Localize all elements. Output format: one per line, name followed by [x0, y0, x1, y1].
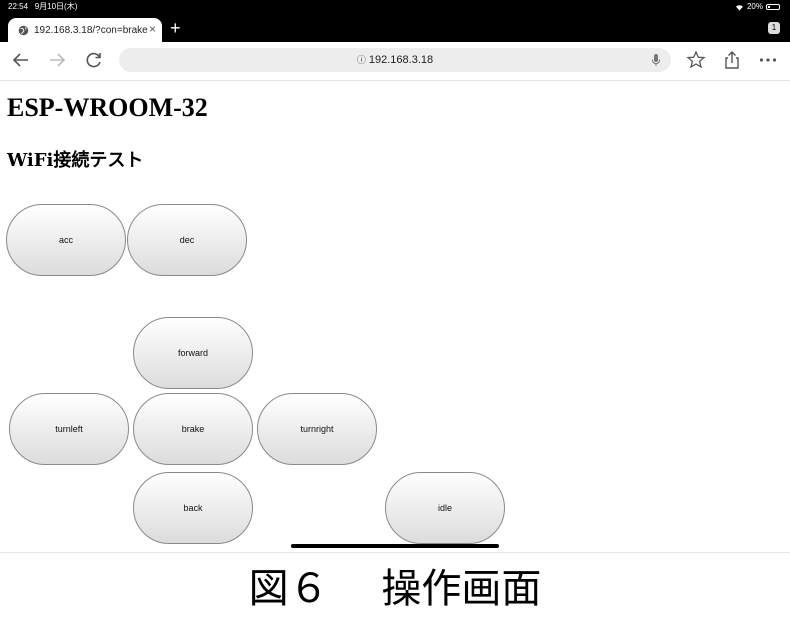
share-icon[interactable] [722, 50, 742, 70]
star-icon[interactable] [686, 50, 706, 70]
browser-toolbar: ⓘ 192.168.3.18 [0, 42, 790, 81]
status-date: 9月10日(木) [34, 2, 78, 11]
back-button[interactable]: back [133, 472, 253, 544]
info-icon: ⓘ [356, 55, 366, 65]
home-indicator [291, 544, 499, 548]
forward-button[interactable]: forward [133, 317, 253, 389]
page-subtitle: WiFi接続テスト [7, 150, 144, 171]
turnleft-button[interactable]: turnleft [9, 393, 129, 465]
globe-icon [18, 25, 29, 35]
reload-icon[interactable] [84, 50, 104, 70]
status-bar: 22:54 9月10日(木) 20% [0, 0, 790, 14]
browser-tab[interactable]: 192.168.3.18/?con=brake × [8, 18, 162, 42]
turnright-button[interactable]: turnright [257, 393, 377, 465]
status-indicators: 20% [735, 0, 780, 14]
status-time: 22:54 [8, 2, 29, 11]
tab-title: 192.168.3.18/?con=brake [34, 24, 148, 36]
mic-icon[interactable] [651, 53, 661, 67]
forward-arrow-icon[interactable] [47, 50, 67, 70]
new-tab-button[interactable]: + [170, 18, 181, 38]
dec-button[interactable]: dec [127, 204, 247, 276]
url-text: 192.168.3.18 [368, 54, 434, 66]
back-arrow-icon[interactable] [11, 50, 31, 70]
page-title: ESP-WROOM-32 [7, 93, 208, 122]
idle-button[interactable]: idle [385, 472, 505, 544]
tab-close-button[interactable]: × [149, 22, 156, 36]
page-divider [0, 552, 790, 553]
tab-count-button[interactable]: 1 [768, 22, 780, 34]
battery-percent: 20% [746, 2, 763, 11]
url-bar[interactable]: ⓘ 192.168.3.18 [119, 48, 671, 72]
wifi-icon [735, 4, 743, 11]
status-time-date: 22:54 9月10日(木) [8, 0, 77, 14]
battery-icon [766, 4, 780, 10]
tab-strip: 192.168.3.18/?con=brake × + 1 [0, 14, 790, 42]
acc-button[interactable]: acc [6, 204, 126, 276]
figure-caption: 図６ 操作画面 [248, 566, 542, 612]
more-icon[interactable] [758, 50, 778, 70]
brake-button[interactable]: brake [133, 393, 253, 465]
